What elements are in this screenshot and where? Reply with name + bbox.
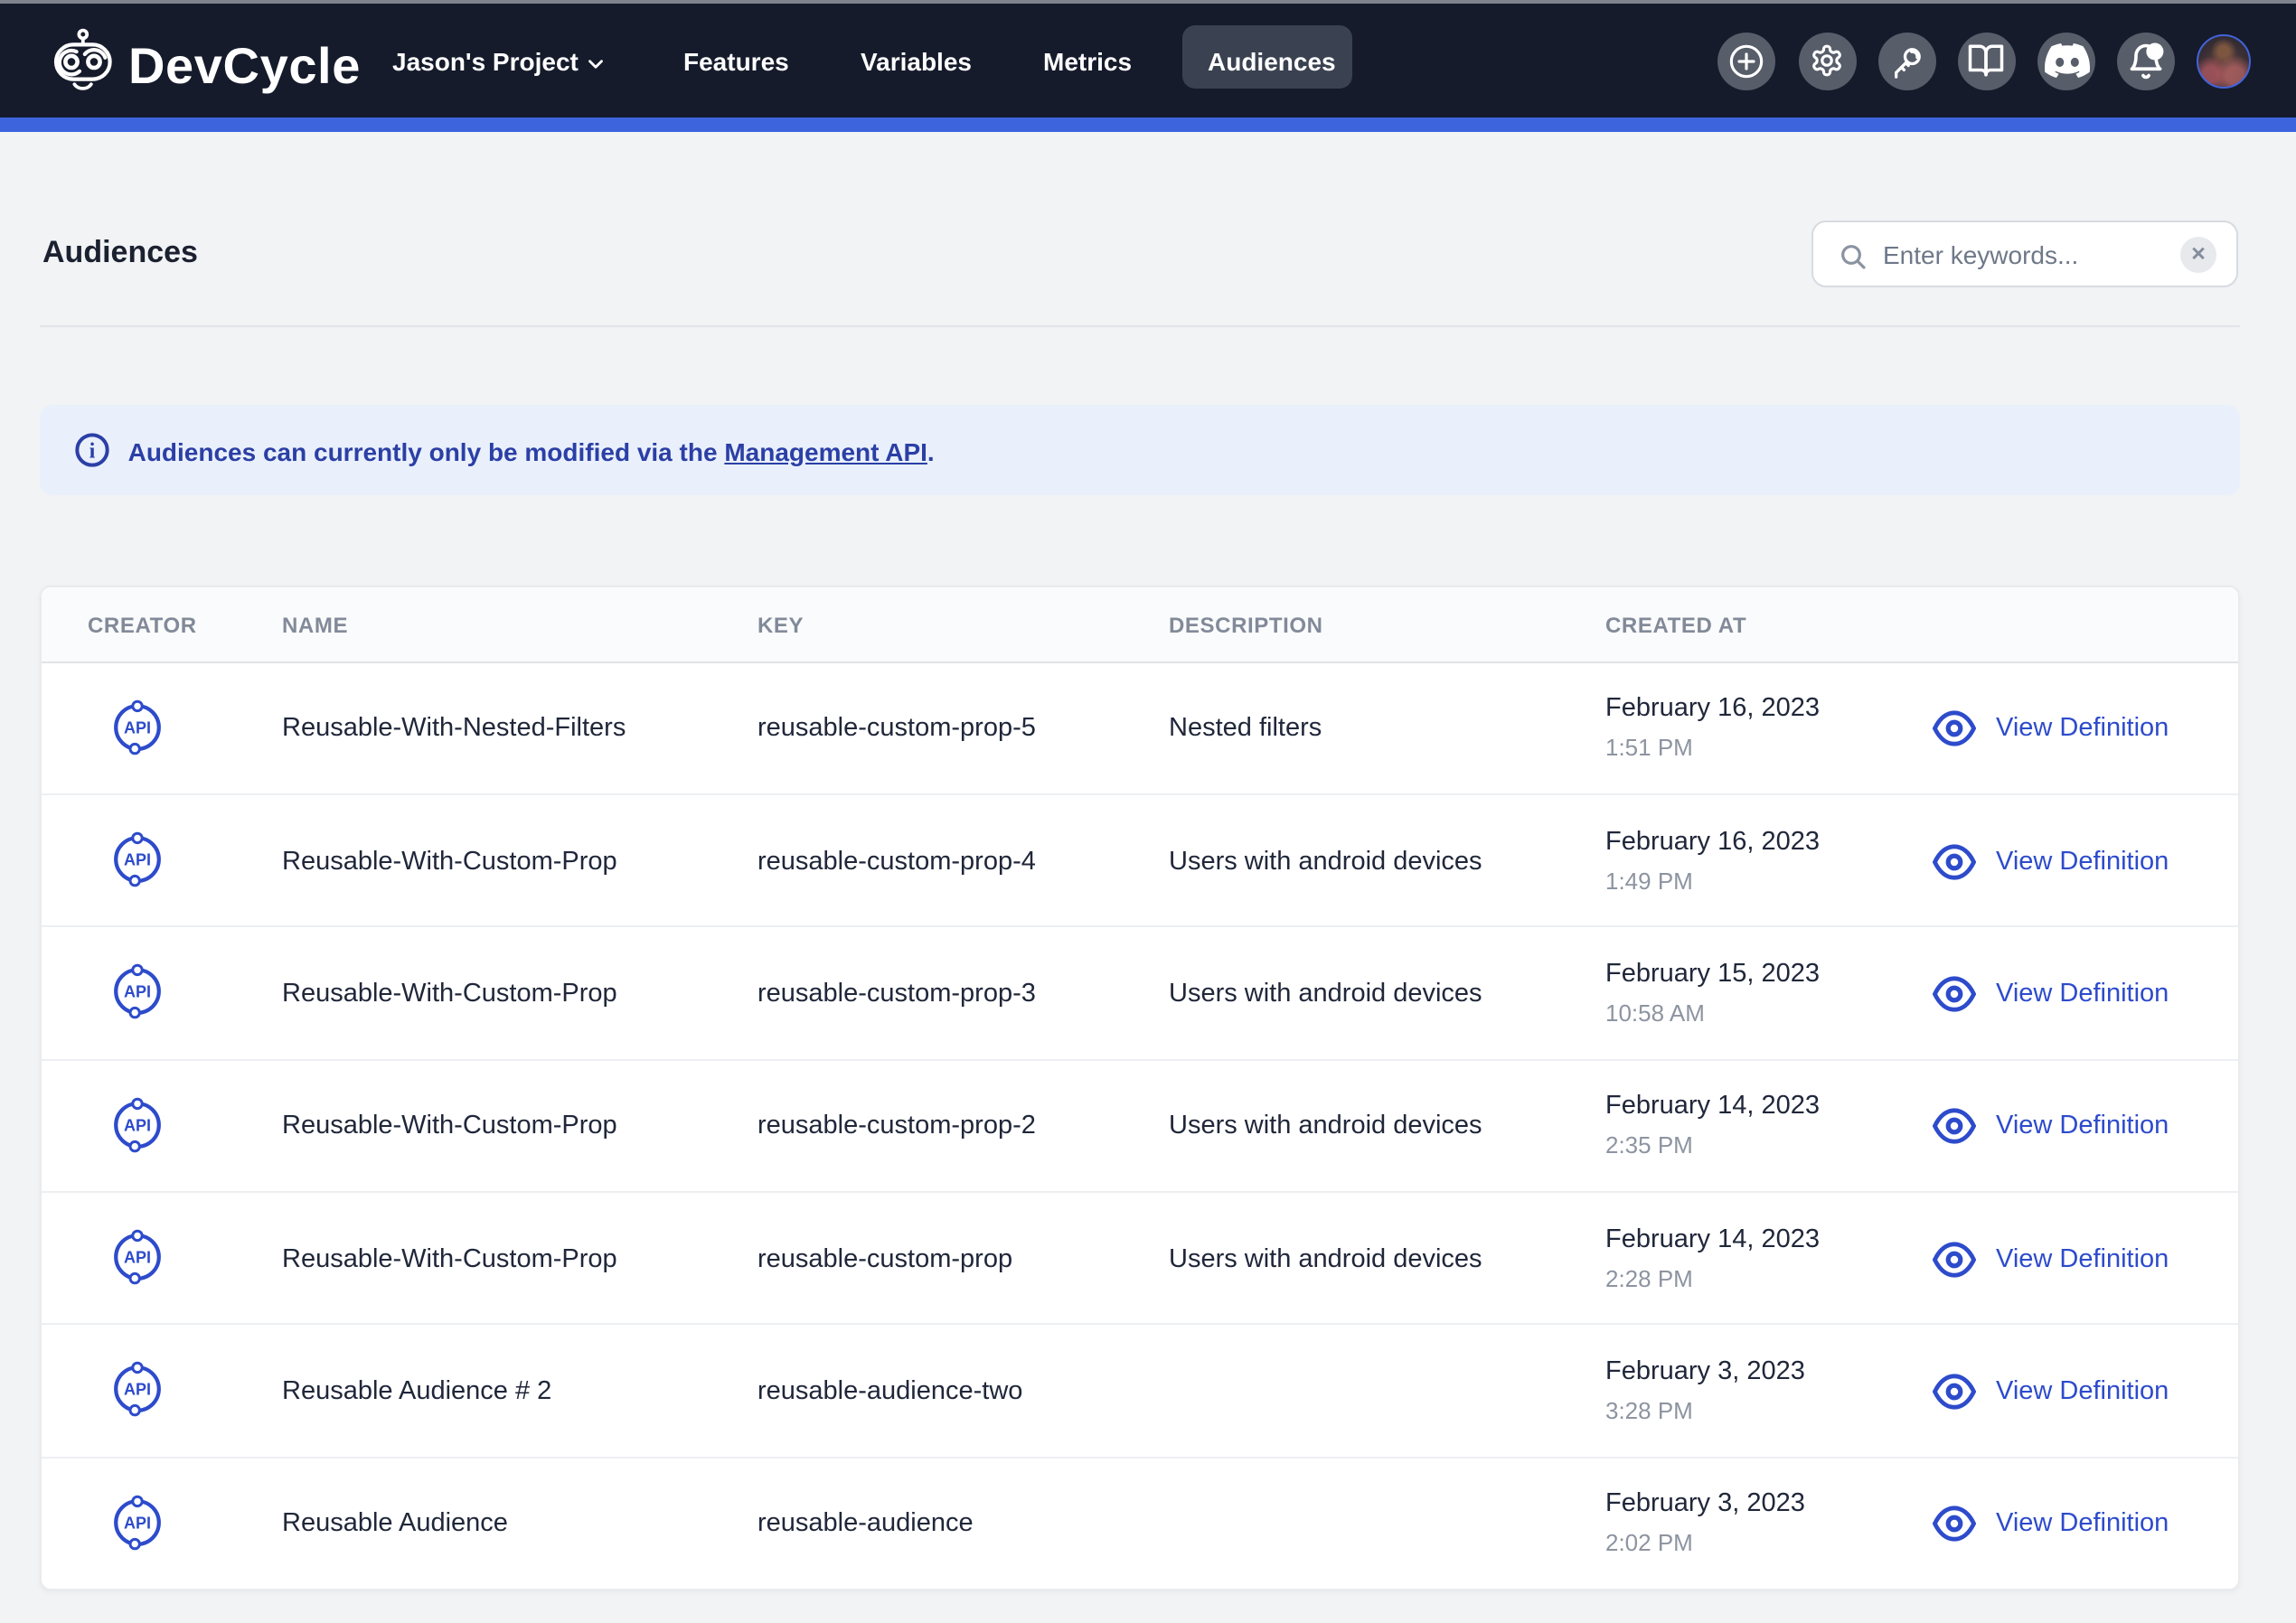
svg-text:API: API (124, 850, 151, 868)
svg-text:API: API (124, 1115, 151, 1133)
svg-text:API: API (124, 1381, 151, 1399)
svg-text:API: API (124, 1514, 151, 1532)
svg-text:i: i (89, 439, 96, 464)
svg-text:API: API (124, 718, 151, 736)
svg-text:API: API (124, 1248, 151, 1266)
svg-text:API: API (124, 983, 151, 1001)
